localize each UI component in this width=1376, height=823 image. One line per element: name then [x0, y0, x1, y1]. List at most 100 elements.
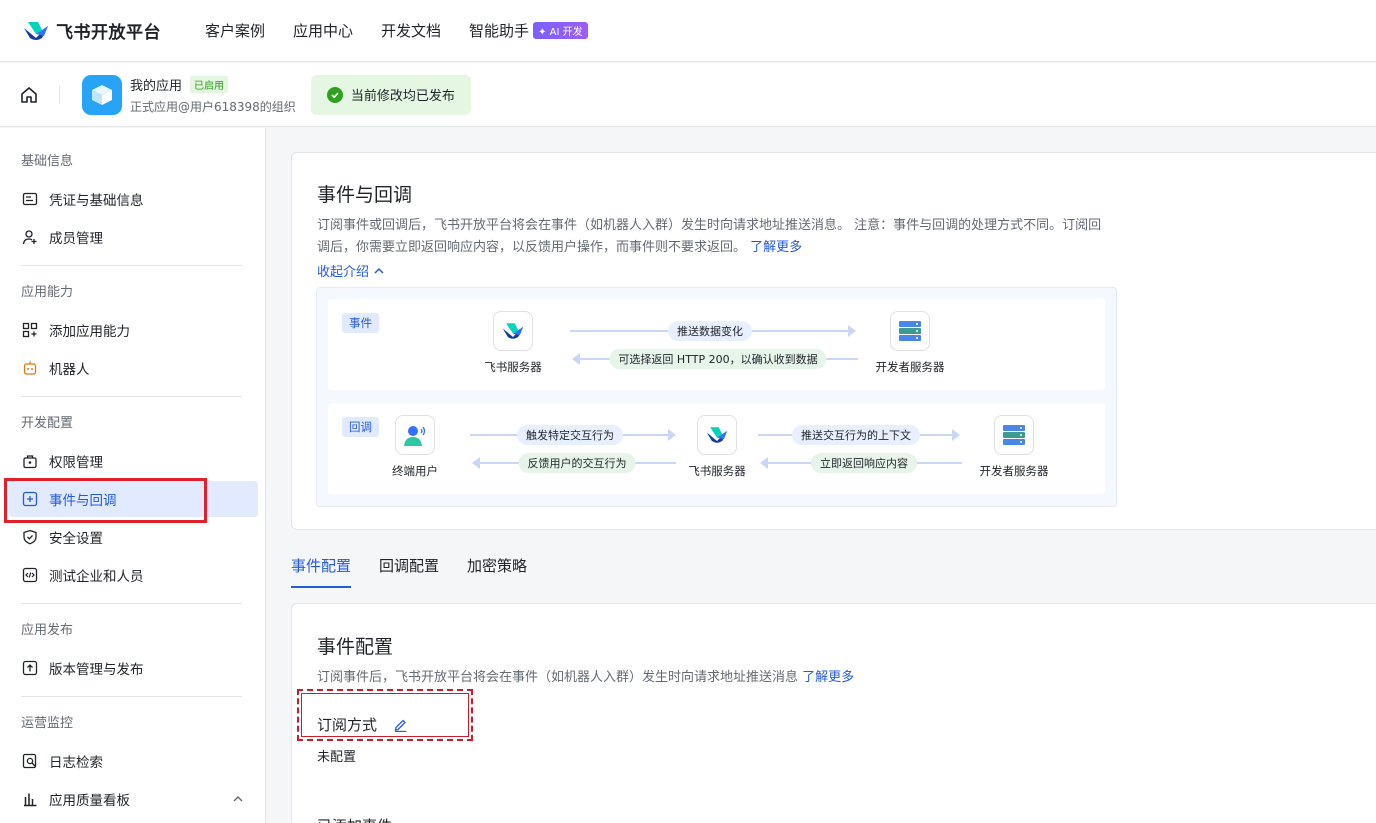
sidebar-item-label: 权限管理: [49, 455, 103, 471]
dev-server-node: 开发者服务器: [969, 415, 1059, 479]
feishu-logo-icon: [493, 311, 533, 351]
arrow-left: 反馈用户的交互行为: [472, 453, 676, 473]
cb-feedback-label: 反馈用户的交互行为: [518, 453, 636, 473]
event-lane: 事件 飞书服务器 推送数据变化 可选择返回 HTTP 200，以确认收到数据 开…: [328, 299, 1105, 390]
sidebar-item-members[interactable]: 成员管理: [9, 219, 258, 255]
sidebar-item-label: 应用质量看板: [49, 793, 130, 809]
learn-more-link[interactable]: 了解更多: [802, 670, 854, 685]
sidebar-item-security[interactable]: 安全设置: [9, 519, 258, 555]
feishu-logo-icon: [697, 415, 737, 455]
nav-customer-cases[interactable]: 客户案例: [205, 20, 265, 41]
user-add-icon: [21, 228, 39, 246]
bar-chart-icon: [21, 790, 39, 808]
sidebar-item-label: 凭证与基础信息: [49, 193, 144, 209]
learn-more-link[interactable]: 了解更多: [750, 240, 802, 255]
server-icon: [994, 415, 1034, 455]
intro-description: 订阅事件或回调后，飞书开放平台将会在事件（如机器人入群）发生时向请求地址推送消息…: [317, 215, 1107, 259]
feishu-server-node: 飞书服务器: [672, 415, 762, 479]
divider: [21, 603, 242, 604]
divider: [21, 396, 242, 397]
publish-notice: 当前修改均已发布: [310, 74, 471, 115]
feishu-server-node: 飞书服务器: [468, 311, 558, 375]
cb-push-label: 推送交互行为的上下文: [792, 425, 920, 445]
chevron-up-icon[interactable]: [232, 793, 244, 809]
section-desc-text: 订阅事件后，飞书开放平台将会在事件（如机器人入群）发生时向请求地址推送消息: [317, 670, 799, 685]
arrow-right: 推送交互行为的上下文: [758, 425, 960, 445]
app-cube-icon: [82, 74, 122, 115]
sidebar-group-dev-config: 开发配置: [21, 416, 74, 431]
check-circle-icon: [326, 86, 343, 103]
ai-dev-badge[interactable]: ✦ AI 开发: [533, 22, 588, 39]
callback-lane: 回调 终端用户 触发特定交互行为 反馈用户的交互行为 飞书服务器 推送交互行为的…: [328, 403, 1105, 494]
tab-event-config[interactable]: 事件配置: [291, 555, 352, 588]
brand[interactable]: 飞书开放平台: [22, 18, 161, 43]
status-badge: 已启用: [190, 75, 229, 93]
chevron-up-icon: [374, 267, 384, 274]
sidebar-group-capability: 应用能力: [21, 285, 74, 300]
collapse-intro-button[interactable]: 收起介绍: [317, 261, 386, 280]
node-label: 飞书服务器: [484, 360, 542, 374]
node-label: 终端用户: [392, 464, 438, 478]
sidebar-group-basic: 基础信息: [21, 154, 74, 169]
grid-add-icon: [21, 321, 39, 339]
sidebar-item-test-tenant[interactable]: 测试企业和人员: [9, 557, 258, 593]
nav-smart-assistant[interactable]: 智能助手: [469, 20, 529, 41]
shield-icon: [21, 528, 39, 546]
sidebar-item-add-capability[interactable]: 添加应用能力: [9, 312, 258, 348]
highlight-box: [297, 689, 473, 741]
node-label: 飞书服务器: [688, 464, 746, 478]
event-ack-label: 可选择返回 HTTP 200，以确认收到数据: [609, 349, 827, 369]
id-card-icon: [21, 190, 39, 208]
sidebar-item-label: 日志检索: [49, 755, 103, 771]
upload-icon: [21, 659, 39, 677]
dev-server-node: 开发者服务器: [865, 311, 955, 375]
sidebar-item-version-release[interactable]: 版本管理与发布: [9, 650, 258, 686]
sidebar-item-bot[interactable]: 机器人: [9, 350, 258, 386]
nav-app-center[interactable]: 应用中心: [293, 20, 353, 41]
home-icon[interactable]: [19, 85, 39, 105]
highlight-box: [4, 478, 207, 523]
end-user-node: 终端用户: [370, 415, 460, 479]
brand-name: 飞书开放平台: [56, 23, 161, 43]
app-name: 我的应用: [130, 78, 183, 94]
added-events-title: 已添加事件: [317, 815, 392, 823]
sidebar-group-publish: 应用发布: [21, 623, 74, 638]
arrow-left: 立即返回响应内容: [760, 453, 962, 473]
node-label: 开发者服务器: [875, 360, 945, 374]
divider: [21, 696, 242, 697]
sidebar-item-label: 版本管理与发布: [49, 662, 144, 678]
collapse-label: 收起介绍: [317, 265, 370, 280]
sidebar-item-log-search[interactable]: 日志检索: [9, 743, 258, 779]
sidebar-item-label: 添加应用能力: [49, 324, 130, 340]
tab-encryption[interactable]: 加密策略: [467, 555, 527, 588]
sidebar-group-monitoring: 运营监控: [21, 716, 74, 731]
config-tabs: 事件配置 回调配置 加密策略: [291, 555, 555, 588]
log-search-icon: [21, 752, 39, 770]
sidebar-item-quality-dashboard[interactable]: 应用质量看板: [9, 781, 258, 817]
flow-diagram: 事件 飞书服务器 推送数据变化 可选择返回 HTTP 200，以确认收到数据 开…: [316, 287, 1117, 507]
section-description: 订阅事件后，飞书开放平台将会在事件（如机器人入群）发生时向请求地址推送消息 了解…: [317, 666, 854, 685]
tab-callback-config[interactable]: 回调配置: [379, 555, 439, 588]
node-label: 开发者服务器: [979, 464, 1049, 478]
app-org: 正式应用@用户618398的组织: [130, 99, 296, 114]
lock-bag-icon: [21, 452, 39, 470]
event-tag: 事件: [342, 313, 379, 333]
arrow-right: 触发特定交互行为: [470, 425, 676, 445]
intro-desc-text: 订阅事件或回调后，飞书开放平台将会在事件（如机器人入群）发生时向请求地址推送消息…: [317, 218, 1102, 255]
intro-card: 事件与回调 订阅事件或回调后，飞书开放平台将会在事件（如机器人入群）发生时向请求…: [291, 152, 1376, 530]
app-header: 我的应用 已启用 正式应用@用户618398的组织 当前修改均已发布: [0, 63, 1376, 127]
sidebar-item-label: 安全设置: [49, 531, 103, 547]
nav-dev-docs[interactable]: 开发文档: [381, 20, 441, 41]
arrow-right: 推送数据变化: [570, 321, 856, 341]
divider: [59, 85, 60, 104]
sidebar-item-permissions[interactable]: 权限管理: [9, 443, 258, 479]
page-title: 事件与回调: [317, 184, 413, 206]
sidebar-item-label: 机器人: [49, 362, 90, 378]
sidebar-item-credentials[interactable]: 凭证与基础信息: [9, 181, 258, 217]
top-nav: 飞书开放平台 客户案例 应用中心 开发文档 智能助手 ✦ AI 开发: [0, 0, 1376, 62]
user-icon: [395, 415, 435, 455]
sidebar-item-label: 成员管理: [49, 231, 103, 247]
robot-icon: [21, 359, 39, 377]
cb-trigger-label: 触发特定交互行为: [517, 425, 623, 445]
sidebar: 基础信息 凭证与基础信息 成员管理 应用能力 添加应用能力 机器人 开发配置 权…: [0, 128, 266, 823]
